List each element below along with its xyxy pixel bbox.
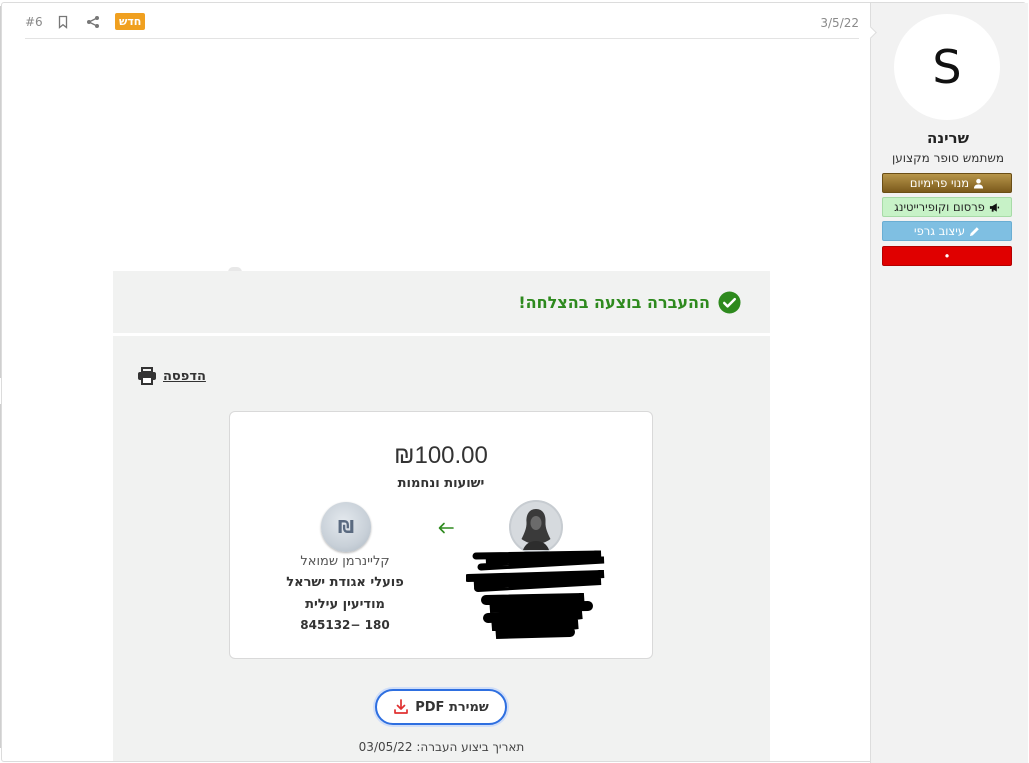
- success-bar: ההעברה בוצעה בהצלחה!: [113, 271, 770, 336]
- receipt-card: ₪100.00 ישועות ונחמות ₪ קליינרמן שמואל פ…: [229, 411, 653, 659]
- design-badge-label: עיצוב גרפי: [914, 224, 966, 238]
- save-pdf-button[interactable]: שמירת PDF: [375, 689, 507, 725]
- sender-avatar: [509, 500, 563, 554]
- premium-badge-label: מנוי פרימיום: [909, 176, 970, 190]
- download-icon: [394, 699, 409, 714]
- receiver-organization: פועלי אגודת ישראל: [286, 575, 404, 590]
- premium-badge: מנוי פרימיום: [882, 173, 1012, 193]
- user-icon: [974, 178, 984, 189]
- transfer-date: תאריך ביצוע העברה: 03/05/22: [358, 740, 525, 754]
- avatar[interactable]: S: [894, 14, 1000, 120]
- receiver-city: מודיעין עילית: [305, 597, 385, 612]
- success-message-text: ההעברה בוצעה בהצלחה!: [518, 293, 710, 312]
- new-badge: חדש: [115, 13, 146, 30]
- post-number[interactable]: #6: [25, 15, 43, 29]
- shekel-icon: ₪: [321, 502, 371, 552]
- save-pdf-label: שמירת PDF: [415, 699, 489, 715]
- print-link[interactable]: הדפסה: [137, 367, 206, 385]
- receiver-name: קליינרמן שמואל: [300, 554, 390, 569]
- success-message: ההעברה בוצעה בהצלחה!: [518, 291, 741, 314]
- transfer-result-panel: ההעברה בוצעה בהצלחה! הדפסה ₪100.00 ישועו…: [113, 271, 770, 761]
- check-circle-icon: [718, 291, 741, 314]
- print-label[interactable]: הדפסה: [163, 369, 206, 384]
- ads-badge-label: פרסום וקופירייטינג: [894, 200, 985, 214]
- user-title: משתמש סופר מקצוען: [892, 151, 1004, 165]
- arrow-left-icon: [438, 522, 454, 534]
- ads-badge: פרסום וקופירייטינג: [882, 197, 1012, 217]
- red-badge-label: •: [943, 249, 951, 263]
- redacted-scribble: [466, 550, 605, 639]
- share-icon[interactable]: [86, 15, 100, 29]
- recipient-name: ישועות ונחמות: [397, 476, 485, 491]
- receiver-account: 180 −845132: [300, 618, 390, 632]
- bookmark-icon[interactable]: [56, 15, 70, 29]
- printer-icon: [138, 367, 156, 385]
- post-header: #6 חדש 3/5/22: [25, 10, 859, 39]
- left-border: [0, 6, 1, 378]
- megaphone-icon: [989, 202, 999, 212]
- username[interactable]: שרינה: [872, 129, 1024, 147]
- design-badge: עיצוב גרפי: [882, 221, 1012, 241]
- pencil-icon: [969, 226, 979, 236]
- post-date[interactable]: 3/5/22: [820, 16, 859, 30]
- person-silhouette-icon: [509, 500, 563, 554]
- left-border: [0, 404, 1, 748]
- amount: ₪100.00: [394, 442, 488, 469]
- red-badge: •: [882, 246, 1012, 266]
